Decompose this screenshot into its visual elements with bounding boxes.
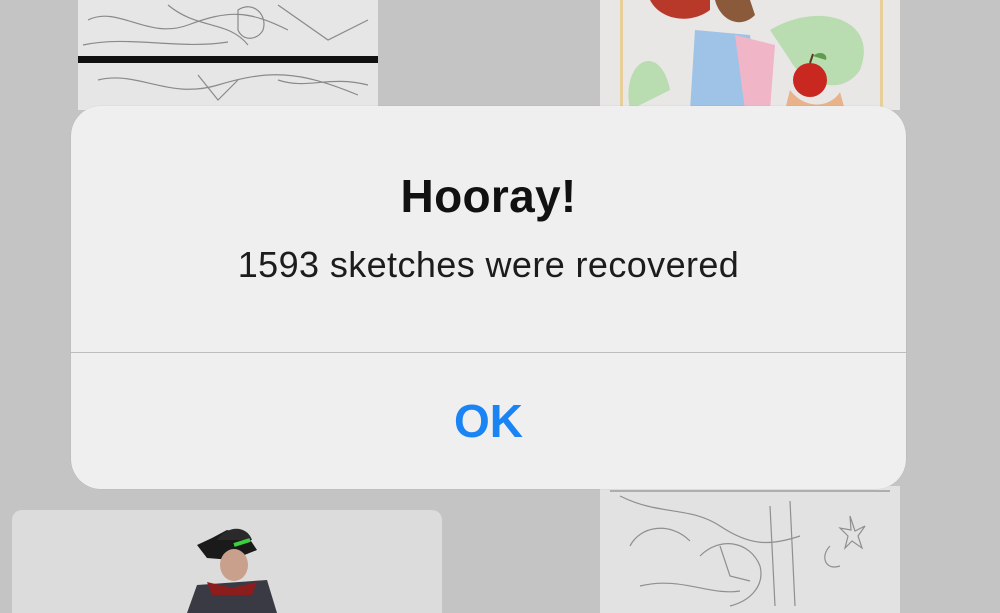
sketch-thumbnail[interactable] [78,0,378,110]
alert-message: 1593 sketches were recovered [237,244,740,285]
character-illustration [620,0,883,110]
sketch-drawing [610,490,890,607]
illustration-thumbnail[interactable] [12,510,442,613]
illustration-thumbnail[interactable] [600,0,900,110]
recovery-alert-dialog: Hooray! 1593 sketches were recovered OK [71,106,906,489]
character-illustration [187,528,277,613]
sketch-thumbnail[interactable] [600,486,900,613]
ok-button[interactable]: OK [71,353,906,489]
sketch-drawing [78,4,378,101]
alert-title: Hooray! [400,170,577,222]
